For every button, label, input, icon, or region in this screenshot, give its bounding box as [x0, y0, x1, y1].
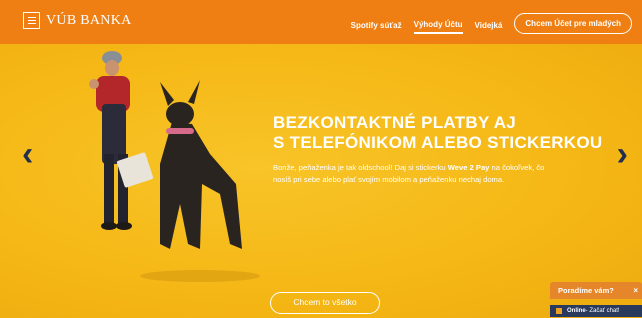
- main-nav: Spotify súťaž Výhody Účtu Videjká Chcem …: [339, 13, 632, 37]
- hero-description: Bonže, peňaženka je tak oldschool! Daj s…: [273, 162, 563, 185]
- top-navigation-bar: VÚB BANKA Spotify súťaž Výhody Účtu Vide…: [0, 0, 642, 44]
- logo-text: VÚB BANKA: [46, 12, 132, 28]
- headline-line-2: S TELEFÓNIKOM ALEBO STICKERKOU: [273, 133, 603, 152]
- vub-logo[interactable]: VÚB BANKA: [23, 12, 132, 29]
- open-account-button[interactable]: Chcem Účet pre mladých: [514, 13, 632, 34]
- logo-mark-icon: [23, 12, 40, 29]
- nav-item-spotify[interactable]: Spotify súťaž: [351, 21, 402, 33]
- hero-headline: BEZKONTAKTNÉ PLATBY AJ S TELEFÓNIKOM ALE…: [273, 113, 603, 153]
- chat-status-text: - Začať chat!: [585, 308, 620, 314]
- chat-header[interactable]: Poradíme vám? ×: [550, 282, 642, 299]
- chat-bubble-icon: [556, 308, 562, 314]
- carousel-prev-arrow-icon[interactable]: ‹: [22, 137, 33, 171]
- chat-title: Poradíme vám?: [558, 286, 614, 295]
- hero-image-woman-and-dog: [89, 51, 260, 282]
- description-bold: Weve 2 Pay: [447, 163, 490, 172]
- hero-cta-button[interactable]: Chcem to všetko: [270, 292, 380, 314]
- carousel-next-arrow-icon[interactable]: ›: [617, 137, 628, 171]
- nav-item-videjka[interactable]: Videjká: [475, 21, 503, 33]
- description-text-1: Bonže, peňaženka je tak oldschool! Daj s…: [273, 163, 448, 172]
- chat-status-bold: Online: [567, 308, 586, 314]
- headline-line-1: BEZKONTAKTNÉ PLATBY AJ: [273, 113, 517, 132]
- chat-status[interactable]: Online - Začať chat!: [550, 305, 642, 317]
- close-icon[interactable]: ×: [633, 282, 638, 299]
- nav-item-vyhody-uctu[interactable]: Výhody Účtu: [413, 20, 463, 34]
- chat-widget[interactable]: Poradíme vám? × Online - Začať chat!: [550, 282, 642, 318]
